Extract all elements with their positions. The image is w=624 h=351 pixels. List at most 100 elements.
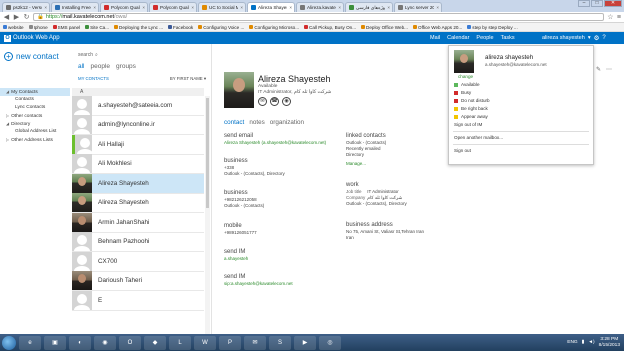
close-tab-icon[interactable]: × — [436, 3, 439, 12]
tab-contact[interactable]: contact — [224, 119, 244, 126]
gear-icon[interactable]: ⚙ — [594, 34, 600, 42]
help-icon[interactable]: ? — [602, 35, 605, 41]
contact-row[interactable]: E — [72, 290, 204, 311]
filter-people[interactable]: people — [91, 63, 111, 70]
browser-tab[interactable]: Lync server 20...× — [394, 2, 442, 12]
bookmark-item[interactable]: Office Web Apps 20... — [413, 25, 462, 30]
send-im-value[interactable]: a.shayesteh — [224, 256, 248, 262]
bookmark-item[interactable]: Call Pickup, Busy On... — [304, 25, 356, 30]
contact-row[interactable]: CX700 — [72, 251, 204, 272]
taskbar-app-icon[interactable]: ◐ — [69, 335, 91, 350]
browser-tab[interactable]: UC to Social Med...× — [198, 2, 246, 12]
tab-organization[interactable]: organization — [270, 119, 304, 126]
bookmark-item[interactable]: Deploy Office Web... — [361, 25, 408, 30]
send-im-sip-label[interactable]: send IM — [224, 274, 293, 280]
contact-row[interactable]: Armin JahanShahi — [72, 212, 204, 233]
folder-item[interactable]: Lync Contacts — [0, 104, 70, 112]
taskbar-app-icon[interactable]: ◉ — [94, 335, 116, 350]
sign-out-im[interactable]: Sign out of IM — [449, 121, 593, 129]
back-icon[interactable]: ◀ — [3, 13, 10, 21]
bookmark-item[interactable]: Site Ca... — [85, 25, 109, 30]
close-tab-icon[interactable]: × — [142, 3, 145, 12]
scrollbar-thumb[interactable] — [206, 98, 209, 208]
search-box[interactable]: search ⌕ — [78, 52, 98, 58]
folder-item[interactable]: ◢ Directory — [0, 120, 70, 128]
folder-item[interactable]: Global Address List — [0, 128, 70, 136]
close-tab-icon[interactable]: × — [387, 3, 390, 12]
list-scrollbar[interactable] — [205, 96, 210, 334]
bookmark-item[interactable]: Configuring Voice ... — [198, 25, 244, 30]
contact-row[interactable]: Ali Hallaji — [72, 134, 204, 155]
expand-arrow-icon[interactable]: ◢ — [6, 89, 9, 94]
presence-option[interactable]: Available — [449, 81, 593, 89]
taskbar-app-icon[interactable]: ▶ — [294, 335, 316, 350]
send-email-value[interactable]: Alireza Shayesteh (a.shayesteh@kavatelec… — [224, 140, 326, 146]
sign-out[interactable]: Sign out — [449, 147, 593, 155]
star-icon[interactable]: ☆ — [607, 13, 614, 21]
browser-tab[interactable]: Installing FreePBX× — [51, 2, 99, 12]
nav-people[interactable]: People — [476, 35, 493, 41]
browser-tab[interactable]: Alireza Shayesteh× — [247, 2, 295, 12]
expand-arrow-icon[interactable]: ▷ — [6, 137, 9, 142]
browser-tab[interactable]: Polycom Quali...× — [149, 2, 197, 12]
presence-option[interactable]: Do not disturb — [449, 97, 593, 105]
browser-tab[interactable]: Alireza.kavatele...× — [296, 2, 344, 12]
bookmark-item[interactable]: Iphone — [28, 25, 48, 30]
user-menu[interactable]: alireza shayesteh ▾ ⚙ ? — [542, 32, 606, 44]
send-im-sip-value[interactable]: sip:a.shayesteh@kavatelecom.net — [224, 281, 293, 287]
search-icon[interactable]: ⌕ — [95, 52, 98, 58]
taskbar-app-icon[interactable]: W — [194, 335, 216, 350]
expand-arrow-icon[interactable]: ▷ — [6, 113, 9, 118]
folder-item[interactable]: ◢ My Contacts — [0, 88, 70, 96]
nav-tasks[interactable]: Tasks — [501, 35, 515, 41]
presence-option[interactable]: Be right back — [449, 105, 593, 113]
browser-tab[interactable]: ps2k12 - Verso × — [2, 2, 50, 12]
taskbar-app-icon[interactable]: L — [169, 335, 191, 350]
owa-logo[interactable]: O Outlook Web App — [4, 34, 60, 42]
more-icon[interactable]: ⋯ — [606, 66, 612, 73]
contact-row[interactable]: Behnam Pazhoohi — [72, 232, 204, 252]
start-button[interactable] — [2, 335, 16, 350]
expand-arrow-icon[interactable]: ◢ — [6, 121, 9, 126]
minimize-button[interactable]: ‒ — [578, 0, 590, 7]
folder-item[interactable]: Contacts — [0, 96, 70, 104]
bookmark-item[interactable]: SMS panel — [52, 25, 80, 30]
browser-tab[interactable]: پروژه‌های فارسی× — [345, 2, 393, 12]
taskbar-app-icon[interactable]: S — [269, 335, 291, 350]
new-contact-button[interactable]: + new contact — [4, 52, 59, 61]
bookmark-item[interactable]: Facebook — [168, 25, 193, 30]
close-tab-icon[interactable]: × — [240, 3, 243, 12]
bookmark-item[interactable]: Deploying the Lync ... — [114, 25, 163, 30]
nav-mail[interactable]: Mail — [430, 35, 440, 41]
taskbar-app-icon[interactable]: P — [219, 335, 241, 350]
taskbar-app-icon[interactable]: e — [19, 335, 41, 350]
change-photo-link[interactable]: change — [458, 74, 473, 79]
contact-row[interactable]: Alireza Shayesteh — [72, 193, 204, 213]
browser-menu-icon[interactable]: ≡ — [617, 14, 621, 21]
language-indicator[interactable]: ENG — [567, 340, 577, 345]
contact-row[interactable]: admin@lynconline.ir — [72, 115, 204, 135]
contact-row[interactable]: a.shayesteh@sateeia.com — [72, 95, 204, 116]
taskbar-app-icon[interactable]: ✉ — [244, 335, 266, 350]
mobile-value[interactable]: +989126051777 — [224, 230, 257, 236]
taskbar-app-icon[interactable]: ▣ — [44, 335, 66, 350]
nav-calendar[interactable]: Calendar — [447, 35, 469, 41]
edit-icon[interactable]: ✎ — [596, 66, 601, 73]
phone-icon[interactable]: ☎ — [270, 97, 279, 106]
close-tab-icon[interactable]: × — [93, 3, 96, 12]
close-tab-icon[interactable]: × — [289, 3, 292, 12]
browser-tab[interactable]: Polycom Quali...× — [100, 2, 148, 12]
network-icon[interactable]: ▮ — [582, 340, 585, 345]
folder-item[interactable]: ▷ Other contacts — [0, 112, 70, 120]
bookmark-item[interactable]: Configuring Microso... — [249, 25, 299, 30]
presence-option[interactable]: Appear away — [449, 113, 593, 121]
contact-row[interactable]: Ali Mokhlesi — [72, 154, 204, 174]
presence-option[interactable]: Busy — [449, 89, 593, 97]
user-name[interactable]: alireza shayesteh — [542, 35, 585, 41]
taskbar-app-icon[interactable]: ◎ — [319, 335, 341, 350]
url-field[interactable]: 🔒 https://mail.kavatelecom.net/owa/ — [33, 13, 604, 21]
tab-notes[interactable]: notes — [249, 119, 264, 126]
close-tab-icon[interactable]: × — [338, 3, 341, 12]
contact-row[interactable]: Alireza Shayesteh — [72, 173, 204, 194]
forward-icon[interactable]: ▶ — [13, 13, 20, 21]
